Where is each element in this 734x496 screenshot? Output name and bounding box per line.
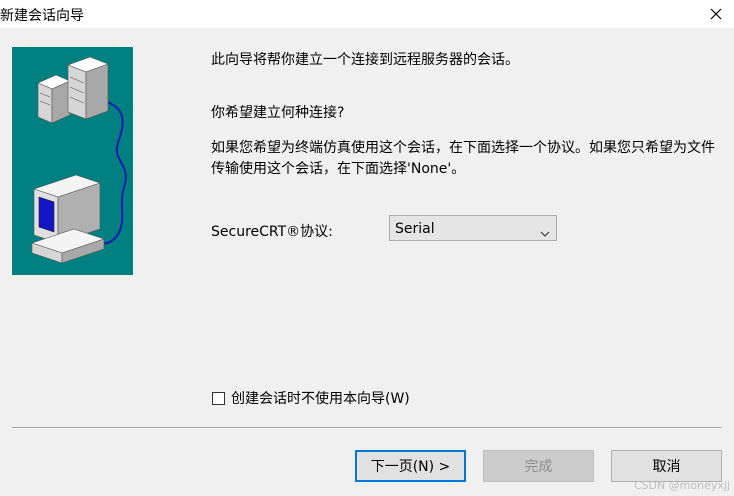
watermark: CSDN @moneyxjj <box>633 479 730 492</box>
finish-button[interactable]: 完成 <box>483 450 594 482</box>
protocol-selected-value: Serial <box>395 221 435 237</box>
wizard-intro-text: 此向导将帮你建立一个连接到远程服务器的会话。 <box>211 52 519 68</box>
skip-wizard-label: 创建会话时不使用本向导(W) <box>231 391 410 407</box>
connection-question: 你希望建立何种连接? <box>211 105 345 121</box>
window-title: 新建会话向导 <box>0 8 84 24</box>
footer-separator <box>12 427 722 429</box>
protocol-explanation: 如果您希望为终端仿真使用这个会话，在下面选择一个协议。如果您只希望为文件传输使用… <box>211 140 715 177</box>
next-button[interactable]: 下一页(N) > <box>355 450 466 482</box>
close-button[interactable] <box>698 0 734 28</box>
skip-wizard-option[interactable]: 创建会话时不使用本向导(W) <box>212 388 410 408</box>
close-icon <box>710 8 722 20</box>
skip-wizard-checkbox[interactable] <box>212 391 225 405</box>
protocol-select[interactable]: Serial <box>389 215 557 241</box>
title-bar: 新建会话向导 <box>0 0 734 28</box>
chevron-down-icon <box>540 225 550 241</box>
cancel-button[interactable]: 取消 <box>611 450 722 482</box>
wizard-illustration <box>12 47 133 275</box>
protocol-label: SecureCRT®协议: <box>211 224 333 240</box>
server-computer-icon <box>31 56 127 264</box>
